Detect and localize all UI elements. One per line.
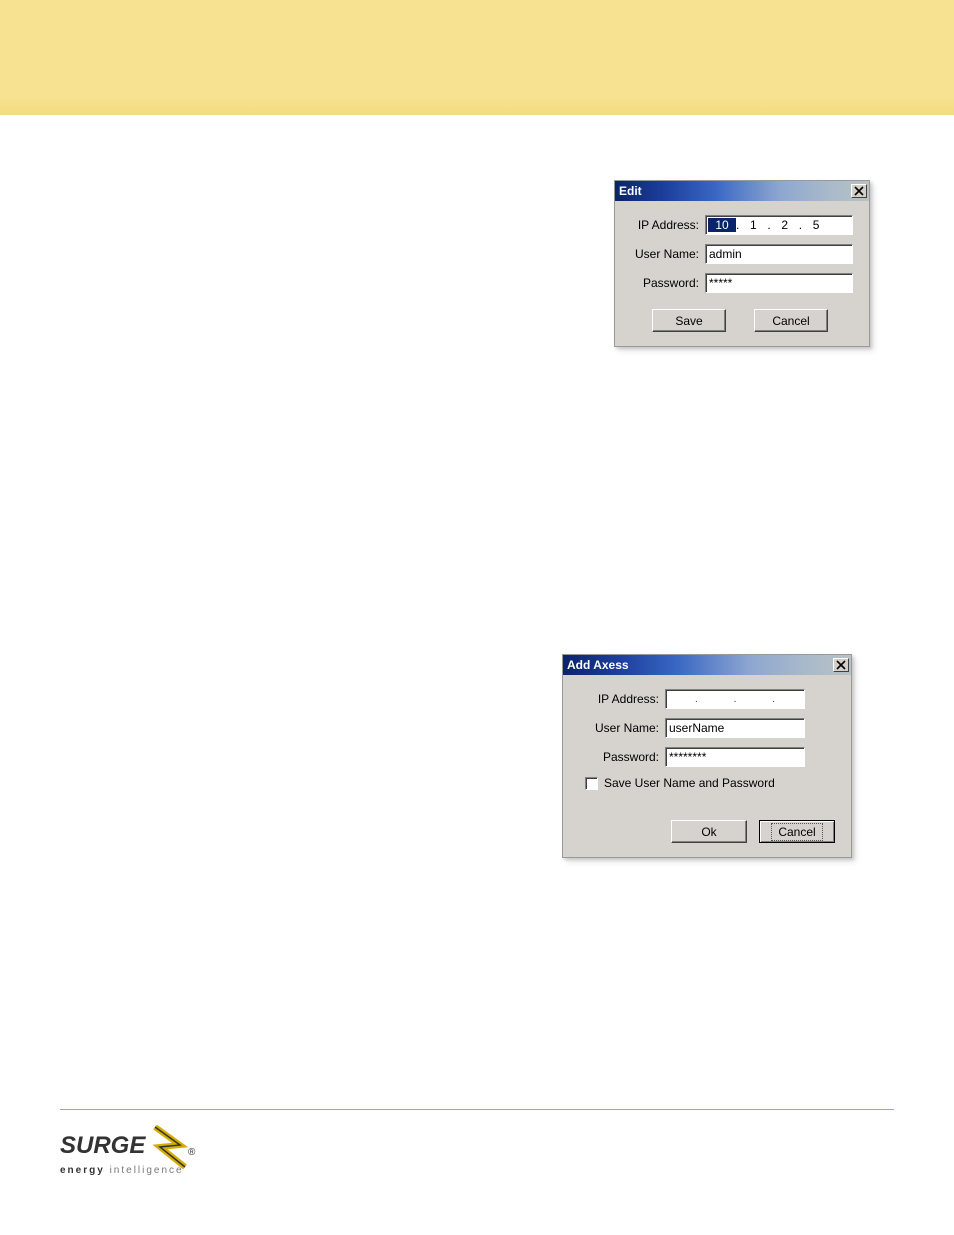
title-bar: Add Axess <box>563 655 851 675</box>
username-label: User Name: <box>575 721 665 735</box>
ip-octet-3[interactable] <box>745 692 763 706</box>
ip-octet-3[interactable] <box>771 218 799 232</box>
edit-dialog: Edit IP Address: . . . User Name: Passwo… <box>614 180 870 347</box>
svg-text:®: ® <box>188 1147 196 1158</box>
svg-text:energy intelligence: energy intelligence <box>60 1165 184 1176</box>
button-row: Ok Cancel <box>575 820 835 843</box>
save-credentials-label: Save User Name and Password <box>604 776 775 790</box>
ip-address-field[interactable]: . . . <box>705 215 853 235</box>
close-button[interactable] <box>833 658 849 672</box>
ip-dot: . <box>725 694 746 705</box>
ip-address-label: IP Address: <box>575 692 665 706</box>
username-input[interactable] <box>665 718 805 738</box>
add-axess-dialog: Add Axess IP Address: . . . User Name: P… <box>562 654 852 858</box>
ip-address-field[interactable]: . . . <box>665 689 805 709</box>
password-row: Password: <box>627 273 853 293</box>
username-row: User Name: <box>627 244 853 264</box>
dialog-body: IP Address: . . . User Name: Password: S… <box>615 201 869 346</box>
cancel-button[interactable]: Cancel <box>759 820 835 843</box>
dialog-title: Edit <box>619 184 642 198</box>
password-label: Password: <box>627 276 705 290</box>
brand-logo: SURGE ® energy intelligence <box>60 1125 210 1183</box>
save-credentials-row: Save User Name and Password <box>585 776 835 790</box>
page-banner <box>0 0 954 115</box>
ip-octet-1[interactable] <box>668 692 686 706</box>
ok-button[interactable]: Ok <box>671 820 747 843</box>
ip-octet-4[interactable] <box>784 692 802 706</box>
close-icon <box>854 186 864 196</box>
password-label: Password: <box>575 750 665 764</box>
username-input[interactable] <box>705 244 853 264</box>
svg-text:SURGE: SURGE <box>60 1132 146 1159</box>
ip-address-label: IP Address: <box>627 218 705 232</box>
footer-divider <box>60 1109 894 1110</box>
ip-octet-2[interactable] <box>739 218 767 232</box>
username-label: User Name: <box>627 247 705 261</box>
cancel-button[interactable]: Cancel <box>754 309 828 332</box>
close-icon <box>836 660 846 670</box>
ip-octet-2[interactable] <box>707 692 725 706</box>
save-credentials-checkbox[interactable] <box>585 777 598 790</box>
save-button[interactable]: Save <box>652 309 726 332</box>
username-row: User Name: <box>575 718 835 738</box>
close-button[interactable] <box>851 184 867 198</box>
password-row: Password: <box>575 747 835 767</box>
dialog-title: Add Axess <box>567 658 629 672</box>
password-input[interactable] <box>705 273 853 293</box>
ip-address-row: IP Address: . . . <box>575 689 835 709</box>
dialog-body: IP Address: . . . User Name: Password: S… <box>563 675 851 857</box>
ip-octet-1[interactable] <box>708 218 736 232</box>
button-row: Save Cancel <box>627 309 853 332</box>
title-bar: Edit <box>615 181 869 201</box>
ip-address-row: IP Address: . . . <box>627 215 853 235</box>
ip-octet-4[interactable] <box>802 218 830 232</box>
password-input[interactable] <box>665 747 805 767</box>
ip-dot: . <box>686 694 707 705</box>
ip-dot: . <box>763 694 784 705</box>
